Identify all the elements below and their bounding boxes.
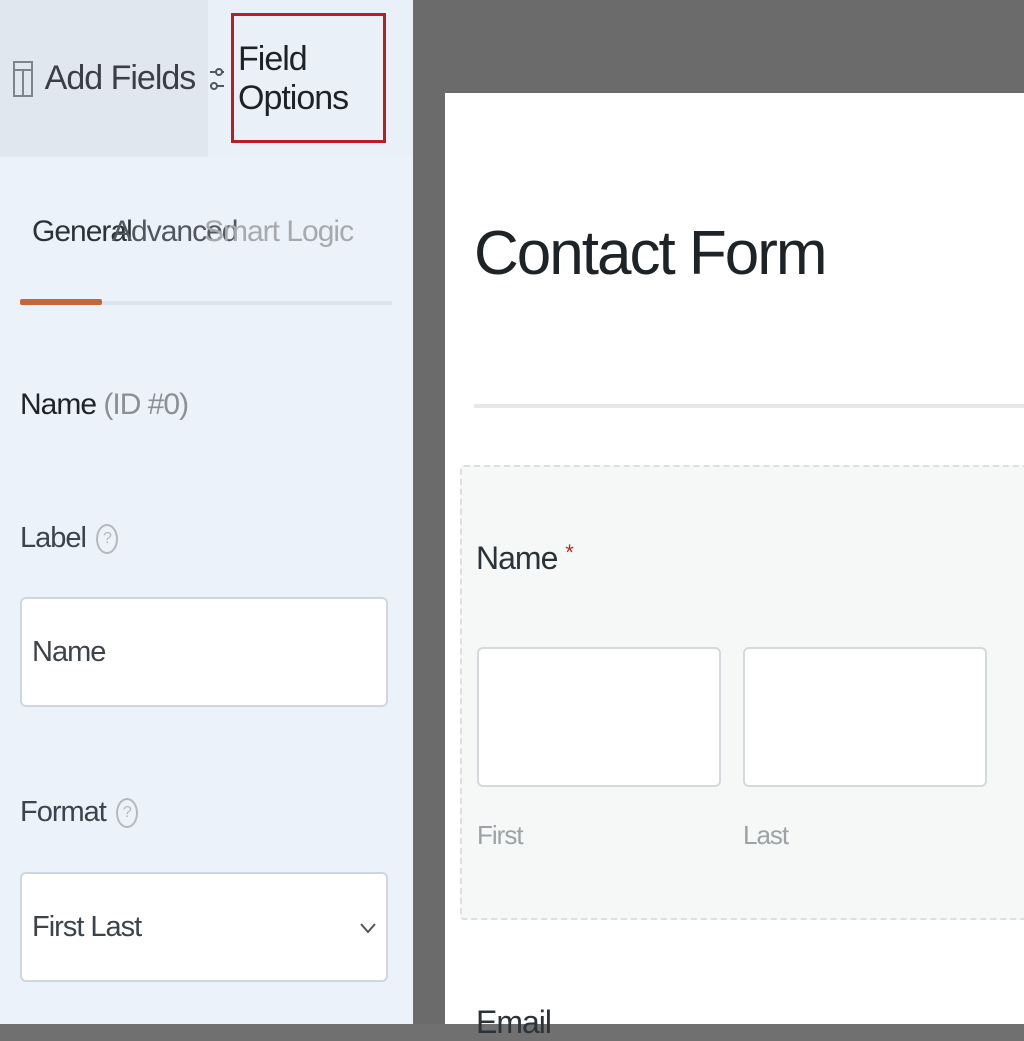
field-options-subtabs: General Advanced Smart Logic (20, 205, 392, 305)
form-title: Contact Form (474, 219, 828, 288)
selected-field-id: (ID #0) (103, 388, 189, 421)
last-name-input[interactable] (743, 647, 987, 787)
selected-field-name: Name (20, 388, 97, 421)
first-sublabel: First (477, 820, 524, 850)
tab-add-fields[interactable]: Add Fields (0, 0, 208, 157)
label-option-text: Label (20, 522, 87, 554)
format-option-title: Format ? (20, 796, 138, 829)
subtab-smart-logic[interactable]: Smart Logic (204, 215, 354, 249)
last-sublabel: Last (743, 820, 789, 850)
label-option-title: Label ? (20, 522, 118, 555)
table-icon (12, 60, 33, 97)
name-field-label: Name * (476, 540, 574, 577)
name-field-label-text: Name (476, 540, 558, 576)
tab-field-options[interactable]: Field Options (208, 0, 413, 157)
help-circle-icon[interactable]: ? (115, 797, 138, 828)
first-name-input[interactable] (477, 647, 721, 787)
tab-field-options-label: Field Options (238, 39, 349, 117)
selected-field-heading: Name (ID #0) (20, 388, 189, 422)
title-divider (474, 404, 1024, 408)
sliders-icon (208, 62, 226, 96)
help-circle-icon[interactable]: ? (95, 523, 118, 554)
format-option-text: Format (20, 796, 107, 828)
format-select-value: First Last (32, 910, 142, 943)
label-input[interactable] (20, 597, 388, 707)
format-select[interactable]: First Last (20, 872, 388, 982)
tab-add-fields-label: Add Fields (44, 59, 197, 97)
chevron-down-icon (360, 914, 376, 940)
builder-sidebar: Add Fields Field Options General Advance… (0, 0, 413, 1024)
subtab-active-indicator (20, 299, 102, 305)
email-field-label: Email (476, 1004, 552, 1040)
required-asterisk: * (565, 540, 574, 565)
sidebar-top-tabs: Add Fields Field Options (0, 0, 413, 157)
